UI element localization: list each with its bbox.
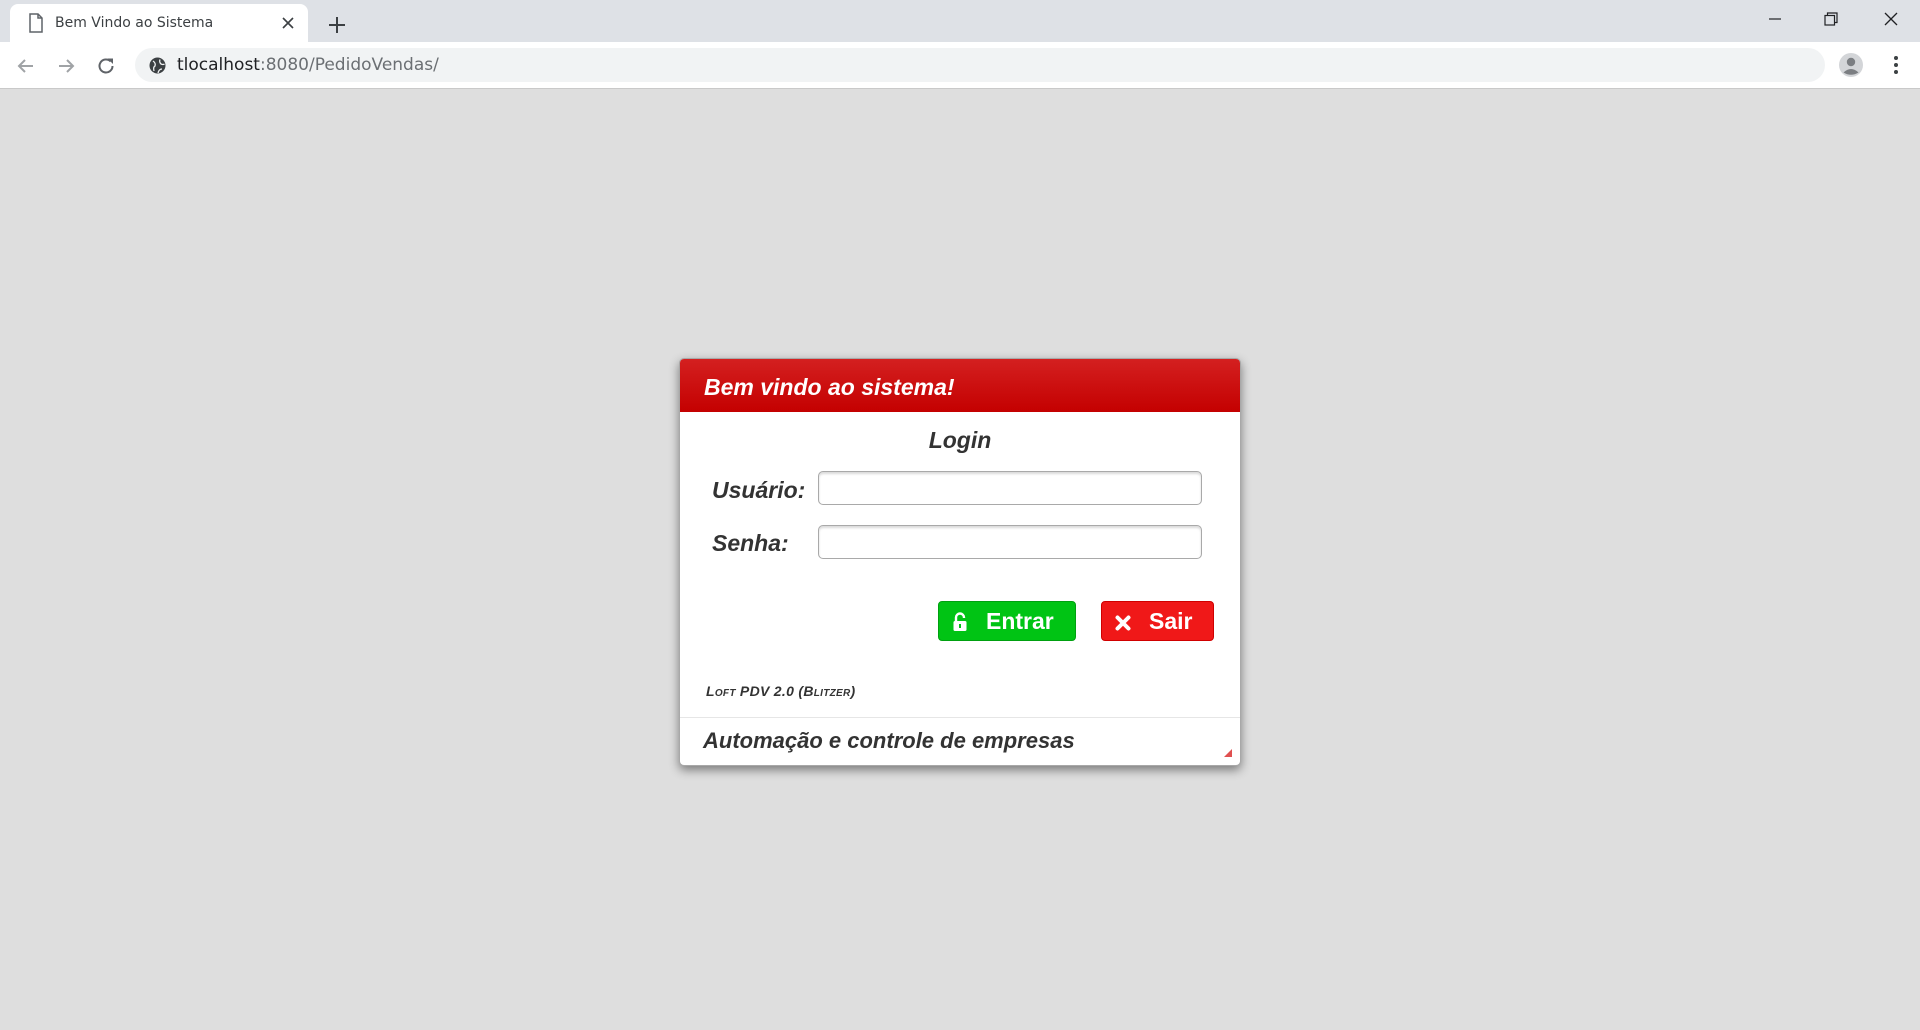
globe-icon	[149, 57, 166, 74]
url-host: tlocalhost	[177, 55, 260, 75]
login-heading: Login	[928, 427, 992, 453]
browser-tab[interactable]: Bem Vindo ao Sistema	[10, 4, 308, 42]
tab-close-icon[interactable]	[280, 15, 296, 31]
username-input[interactable]	[818, 471, 1202, 505]
username-label: Usuário:	[712, 477, 806, 503]
version-text: Loft PDV 2.0 (Blitzer)	[706, 683, 856, 699]
resize-grip-icon[interactable]	[1224, 749, 1232, 757]
url-path: :8080/PedidoVendas/	[259, 55, 439, 75]
dialog-title: Bem vindo ao sistema!	[704, 374, 955, 400]
browser-toolbar: tlocalhost:8080/PedidoVendas/	[0, 42, 1920, 89]
password-label: Senha:	[712, 530, 789, 556]
restore-button[interactable]	[1804, 0, 1860, 40]
address-bar[interactable]: tlocalhost:8080/PedidoVendas/	[135, 48, 1825, 82]
enter-button-label: Entrar	[986, 608, 1054, 634]
page-icon	[29, 13, 43, 33]
browser-title-bar: Bem Vindo ao Sistema	[0, 0, 1920, 42]
back-arrow-icon[interactable]	[14, 54, 38, 78]
dialog-header: Bem vindo ao sistema!	[680, 359, 1240, 412]
minimize-icon	[1769, 18, 1781, 20]
footer-divider	[680, 717, 1240, 718]
window-close-icon	[1884, 12, 1898, 26]
reload-icon[interactable]	[94, 54, 118, 78]
restore-icon	[1824, 12, 1838, 26]
unlock-icon	[953, 612, 967, 631]
x-icon	[1115, 615, 1131, 631]
forward-arrow-icon[interactable]	[54, 54, 78, 78]
password-input[interactable]	[818, 525, 1202, 559]
window-close-button[interactable]	[1864, 0, 1920, 40]
footer-text: Automação e controle de empresas	[703, 728, 1075, 753]
login-dialog: Bem vindo ao sistema! Login Usuário: Sen…	[679, 358, 1241, 766]
enter-button[interactable]: Entrar	[938, 601, 1076, 641]
new-tab-plus-icon[interactable]	[324, 12, 350, 38]
kebab-menu-icon[interactable]	[1884, 53, 1908, 77]
url-text: tlocalhost:8080/PedidoVendas/	[177, 48, 439, 82]
minimize-button[interactable]	[1748, 0, 1804, 40]
exit-button[interactable]: Sair	[1101, 601, 1214, 641]
exit-button-label: Sair	[1149, 608, 1193, 634]
profile-avatar-icon[interactable]	[1838, 52, 1864, 78]
tab-title: Bem Vindo ao Sistema	[55, 15, 214, 31]
